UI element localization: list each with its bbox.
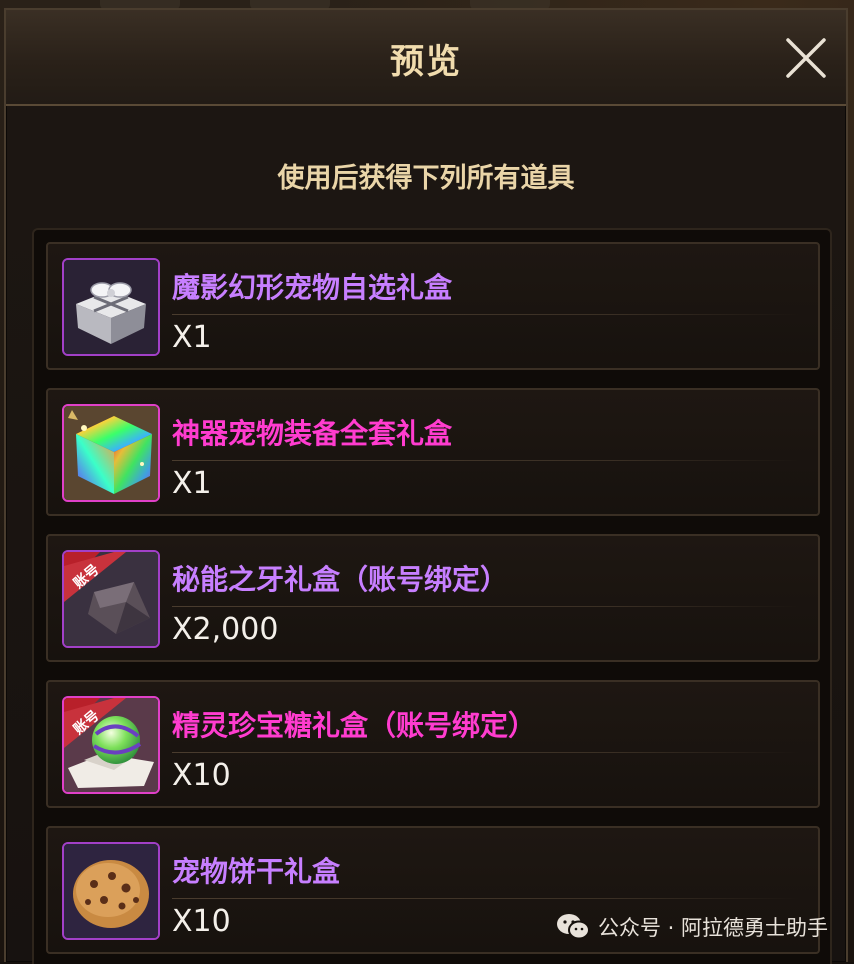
list-item[interactable]: 账号 秘能之牙礼盒（账号绑定） X2,000 xyxy=(46,534,820,662)
item-name: 神器宠物装备全套礼盒 xyxy=(172,417,453,450)
item-name: 秘能之牙礼盒（账号绑定） xyxy=(172,563,509,596)
item-list: 魔影幻形宠物自选礼盒 X1 神器宠物装备全套礼盒 X1 账号 秘能之牙礼盒（账号… xyxy=(32,228,832,964)
watermark: 公众号 · 阿拉德勇士助手 xyxy=(556,912,828,942)
close-button[interactable] xyxy=(784,36,828,80)
candy-ball-icon xyxy=(64,698,158,792)
close-icon xyxy=(786,38,826,78)
item-divider xyxy=(172,460,800,461)
item-quantity: X1 xyxy=(172,320,212,355)
item-icon-frame[interactable] xyxy=(62,404,160,502)
preview-dialog: 预览 使用后获得下列所有道具 魔影幻形宠物自选礼盒 X1 神器宠物装备全套礼盒 … xyxy=(4,8,848,964)
dialog-subtitle: 使用后获得下列所有道具 xyxy=(277,163,575,194)
list-item[interactable]: 账号 精灵珍宝糖礼盒（账号绑定） X10 xyxy=(46,680,820,808)
item-quantity: X10 xyxy=(172,904,231,939)
item-divider xyxy=(172,898,800,899)
wechat-icon xyxy=(556,913,590,941)
rainbow-gift-box-icon xyxy=(64,406,158,500)
dialog-header: 预览 xyxy=(6,10,846,106)
list-item[interactable]: 魔影幻形宠物自选礼盒 X1 xyxy=(46,242,820,370)
silver-gift-box-icon xyxy=(64,260,158,354)
item-quantity: X1 xyxy=(172,466,212,501)
item-divider xyxy=(172,314,800,315)
fang-stone-icon xyxy=(64,552,158,646)
item-quantity: X10 xyxy=(172,758,231,793)
item-name: 宠物饼干礼盒 xyxy=(172,855,341,888)
list-item[interactable]: 神器宠物装备全套礼盒 X1 xyxy=(46,388,820,516)
item-icon-frame[interactable] xyxy=(62,842,160,940)
cookie-icon xyxy=(64,844,158,938)
item-divider xyxy=(172,606,800,607)
item-name: 魔影幻形宠物自选礼盒 xyxy=(172,271,453,304)
item-icon-frame[interactable] xyxy=(62,258,160,356)
dialog-title: 预览 xyxy=(390,42,462,82)
watermark-text: 公众号 · 阿拉德勇士助手 xyxy=(597,916,828,940)
item-divider xyxy=(172,752,800,753)
item-name: 精灵珍宝糖礼盒（账号绑定） xyxy=(172,709,537,742)
item-icon-frame[interactable]: 账号 xyxy=(62,550,160,648)
item-icon-frame[interactable]: 账号 xyxy=(62,696,160,794)
item-quantity: X2,000 xyxy=(172,612,279,647)
